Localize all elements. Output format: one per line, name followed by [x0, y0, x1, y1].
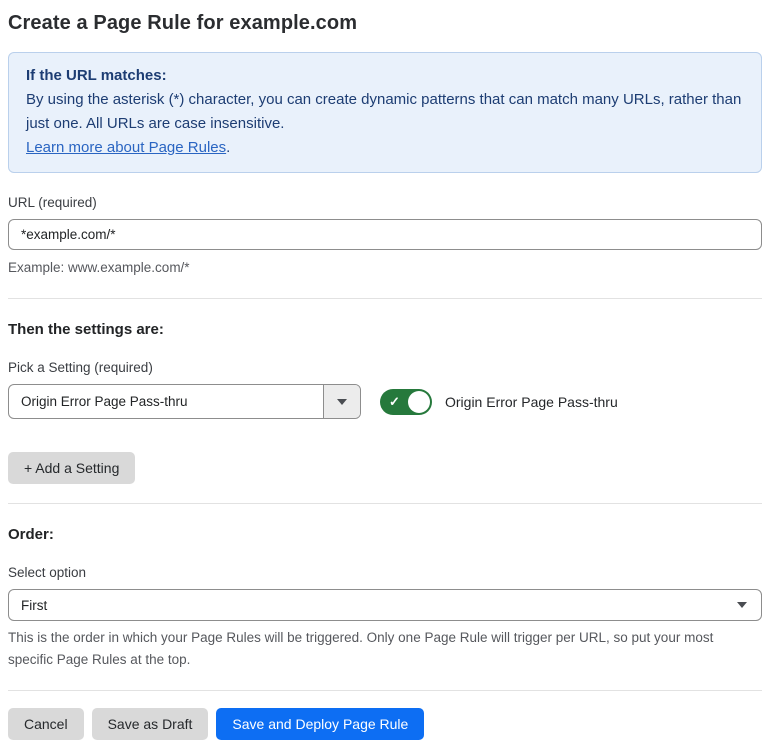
add-setting-button[interactable]: + Add a Setting — [8, 452, 136, 484]
caret-down-icon — [337, 398, 347, 405]
setting-dropdown-button[interactable] — [323, 385, 360, 418]
order-select[interactable]: First — [8, 589, 762, 621]
cancel-button[interactable]: Cancel — [8, 708, 84, 740]
setting-row: Origin Error Page Pass-thru ✓ Origin Err… — [8, 384, 762, 419]
check-icon: ✓ — [389, 393, 400, 409]
setting-dropdown[interactable]: Origin Error Page Pass-thru — [8, 384, 361, 419]
pick-setting-label: Pick a Setting (required) — [8, 360, 153, 375]
url-helper-text: Example: www.example.com/* — [8, 260, 190, 275]
info-box-body: By using the asterisk (*) character, you… — [26, 91, 742, 132]
url-label: URL (required) — [8, 195, 97, 210]
create-page-rule-form: Create a Page Rule for example.com If th… — [8, 12, 762, 740]
info-box-heading: If the URL matches: — [26, 67, 167, 84]
link-suffix-period: . — [226, 139, 231, 156]
toggle-knob — [408, 390, 430, 413]
order-helper-text: This is the order in which your Page Rul… — [8, 630, 714, 667]
save-and-deploy-button[interactable]: Save and Deploy Page Rule — [216, 708, 425, 740]
setting-toggle-group: ✓ Origin Error Page Pass-thru — [380, 388, 618, 415]
url-match-info-box: If the URL matches: By using the asteris… — [8, 52, 762, 173]
order-select-value: First — [21, 597, 48, 613]
setting-dropdown-value: Origin Error Page Pass-thru — [21, 394, 188, 409]
caret-down-icon — [737, 602, 747, 608]
footer-actions: Cancel Save as Draft Save and Deploy Pag… — [8, 708, 762, 740]
url-input[interactable] — [8, 219, 762, 250]
divider — [8, 503, 762, 504]
learn-more-link[interactable]: Learn more about Page Rules — [26, 139, 226, 156]
setting-toggle[interactable]: ✓ — [380, 388, 432, 415]
order-select-label: Select option — [8, 565, 87, 580]
order-section-heading: Order: — [8, 526, 54, 543]
settings-section-heading: Then the settings are: — [8, 321, 164, 338]
divider — [8, 298, 762, 299]
setting-toggle-label: Origin Error Page Pass-thru — [445, 393, 618, 410]
page-title: Create a Page Rule for example.com — [8, 12, 358, 34]
divider — [8, 690, 762, 691]
save-as-draft-button[interactable]: Save as Draft — [91, 708, 209, 740]
info-box-link-line: Learn more about Page Rules. — [26, 136, 744, 160]
